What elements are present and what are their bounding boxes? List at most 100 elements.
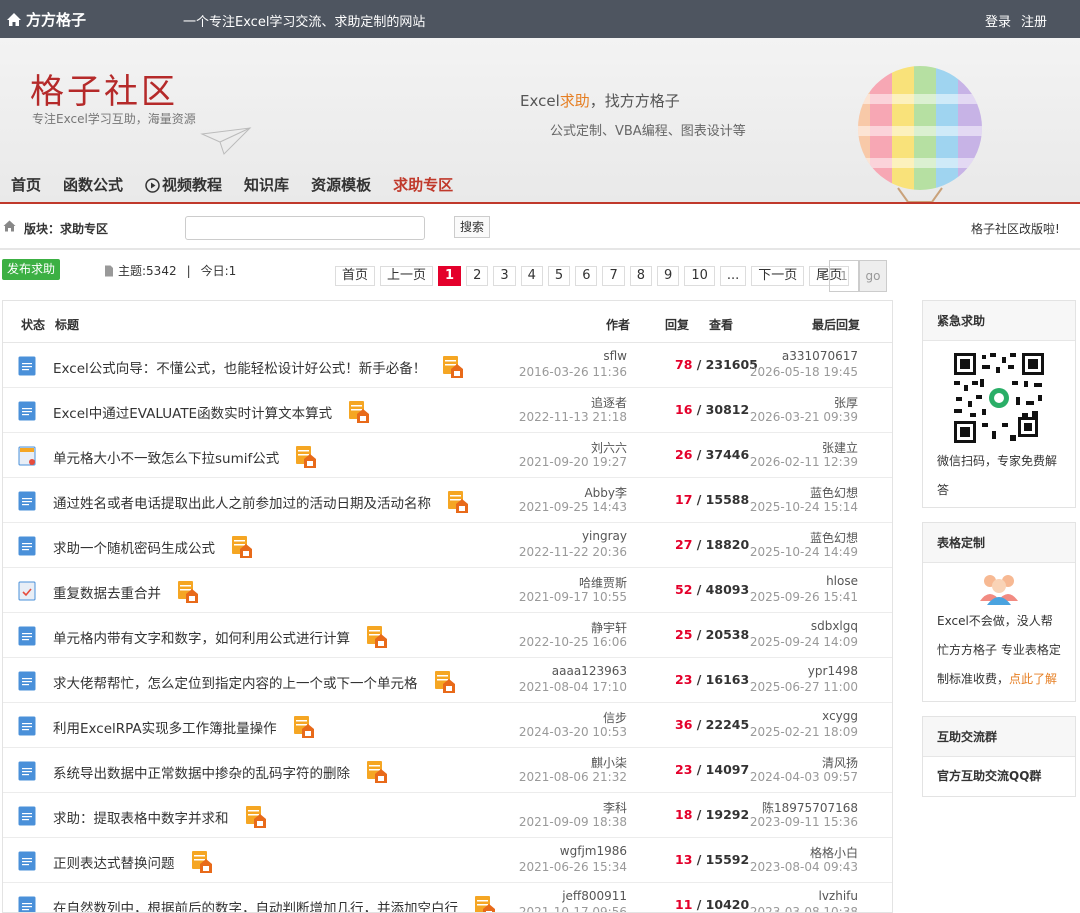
last-reply-user[interactable]: hlose	[826, 574, 858, 588]
nav-help[interactable]: 求助专区	[382, 174, 464, 196]
register-link[interactable]: 注册	[1021, 11, 1047, 30]
page-link[interactable]: 下一页	[751, 266, 805, 286]
login-link[interactable]: 登录	[985, 11, 1011, 30]
home-icon[interactable]	[3, 220, 16, 232]
thread-author[interactable]: 刘六六	[591, 439, 627, 456]
table-row[interactable]: 系统导出数据中正常数据中掺杂的乱码字符的删除 麒小柒 2021-08-06 21:3…	[3, 748, 892, 793]
thread-title-text[interactable]: 求大佬帮帮忙，怎么定位到指定内容的上一个或下一个单元格	[53, 676, 418, 692]
page-link[interactable]: 2	[466, 266, 489, 286]
table-row[interactable]: 求助一个随机密码生成公式 yingray 2022-11-22 20:36 27 / …	[3, 523, 892, 568]
thread-title-text[interactable]: 正则表达式替换问题	[53, 856, 175, 872]
thread-author[interactable]: wgfjm1986	[560, 844, 627, 858]
thread-title-text[interactable]: 系统导出数据中正常数据中掺杂的乱码字符的删除	[53, 766, 350, 782]
thread-author[interactable]: 麒小柒	[591, 754, 627, 771]
thread-author[interactable]: 信步	[603, 709, 627, 726]
site-logo[interactable]: 方方格子	[6, 9, 86, 30]
nav-formulas[interactable]: 函数公式	[52, 174, 134, 196]
last-reply-user[interactable]: a331070617	[782, 349, 858, 363]
thread-title-text[interactable]: 单元格大小不一致怎么下拉sumif公式	[53, 451, 279, 467]
thread-title[interactable]: 利用ExcelRPA实现多工作簿批量操作	[53, 716, 315, 741]
thread-author[interactable]: 哈维贾斯	[579, 574, 627, 591]
thread-title-text[interactable]: Excel中通过EVALUATE函数实时计算文本算式	[53, 406, 332, 422]
table-row[interactable]: 在自然数列中，根据前后的数字，自动判断增加几行，并添加空白行 jeff800911…	[3, 883, 892, 912]
table-row[interactable]: 重复数据去重合并 哈维贾斯 2021-09-17 10:55 52 / 48093 hl…	[3, 568, 892, 613]
last-reply-user[interactable]: 陈18975707168	[762, 799, 858, 816]
last-reply-user[interactable]: 格格小白	[810, 844, 858, 861]
table-row[interactable]: 利用ExcelRPA实现多工作簿批量操作 信步 2024-03-20 10:53 36…	[3, 703, 892, 748]
page-link[interactable]: 1	[438, 266, 462, 286]
thread-title-text[interactable]: 利用ExcelRPA实现多工作簿批量操作	[53, 721, 277, 737]
page-link[interactable]: ...	[719, 266, 747, 286]
page-link[interactable]: 3	[493, 266, 516, 286]
page-link[interactable]: 6	[575, 266, 598, 286]
thread-title[interactable]: 单元格内带有文字和数字，如何利用公式进行计算	[53, 626, 388, 651]
nav-templates[interactable]: 资源模板	[300, 174, 382, 196]
thread-title-text[interactable]: 求助：提取表格中数字并求和	[53, 811, 229, 827]
thread-title[interactable]: 求大佬帮帮忙，怎么定位到指定内容的上一个或下一个单元格	[53, 671, 456, 696]
thread-author[interactable]: 追逐者	[591, 394, 627, 411]
page-link[interactable]: 上一页	[380, 266, 434, 286]
page-link[interactable]: 4	[520, 266, 543, 286]
post-help-button[interactable]: 发布求助	[2, 259, 61, 280]
reply-count: 52	[675, 582, 693, 597]
nav-home[interactable]: 首页	[0, 174, 52, 196]
nav-knowledge[interactable]: 知识库	[233, 174, 300, 196]
last-reply-user[interactable]: xcygg	[822, 709, 858, 723]
last-reply-user[interactable]: 张厚	[834, 394, 858, 411]
last-reply-user[interactable]: 清风扬	[822, 754, 858, 771]
thread-title-text[interactable]: 在自然数列中，根据前后的数字，自动判断增加几行，并添加空白行	[53, 901, 458, 912]
page-link[interactable]: 首页	[335, 266, 376, 286]
table-row[interactable]: Excel中通过EVALUATE函数实时计算文本算式 追逐者 2022-11-13 …	[3, 388, 892, 433]
last-reply-user[interactable]: ypr1498	[808, 664, 858, 678]
thread-title[interactable]: 正则表达式替换问题	[53, 851, 213, 876]
table-row[interactable]: 求助：提取表格中数字并求和 李科 2021-09-09 18:38 18 / 1929…	[3, 793, 892, 838]
page-jump-input[interactable]: 1	[829, 260, 859, 292]
page-link[interactable]: 8	[629, 266, 653, 286]
thread-title-text[interactable]: 通过姓名或者电话提取出此人之前参加过的活动日期及活动名称	[53, 496, 431, 512]
thread-author[interactable]: aaaa123963	[552, 664, 627, 678]
search-button[interactable]: 搜索	[454, 216, 491, 238]
page-link[interactable]: 7	[602, 266, 625, 286]
last-reply-user[interactable]: sdbxlgq	[811, 619, 858, 633]
thread-author[interactable]: jeff800911	[562, 889, 627, 903]
table-row[interactable]: 正则表达式替换问题 wgfjm1986 2021-06-26 15:34 13 / 1…	[3, 838, 892, 883]
table-row[interactable]: 单元格大小不一致怎么下拉sumif公式 刘六六 2021-09-20 19:27 26…	[3, 433, 892, 478]
thread-title-text[interactable]: 重复数据去重合并	[53, 586, 161, 602]
thread-title[interactable]: 求助一个随机密码生成公式	[53, 536, 253, 561]
thread-title[interactable]: 通过姓名或者电话提取出此人之前参加过的活动日期及活动名称	[53, 491, 469, 516]
page-go-button[interactable]: go	[859, 260, 887, 292]
nav-video[interactable]: 视频教程	[134, 174, 233, 196]
last-reply-user[interactable]: lvzhifu	[818, 889, 858, 903]
thread-author[interactable]: sflw	[603, 349, 627, 363]
thread-title[interactable]: 系统导出数据中正常数据中掺杂的乱码字符的删除	[53, 761, 388, 786]
table-row[interactable]: 单元格内带有文字和数字，如何利用公式进行计算 静宇轩 2022-10-25 16:0…	[3, 613, 892, 658]
thread-title[interactable]: 求助：提取表格中数字并求和	[53, 806, 267, 831]
thread-title[interactable]: 在自然数列中，根据前后的数字，自动判断增加几行，并添加空白行	[53, 896, 496, 912]
thread-title[interactable]: Excel公式向导：不懂公式，也能轻松设计好公式！新手必备！	[53, 356, 464, 381]
table-row[interactable]: 求大佬帮帮忙，怎么定位到指定内容的上一个或下一个单元格 aaaa123963 202…	[3, 658, 892, 703]
last-reply-user[interactable]: 蓝色幻想	[810, 484, 858, 501]
thread-title-text[interactable]: 求助一个随机密码生成公式	[53, 541, 215, 557]
help-tag-icon	[475, 896, 495, 912]
page-link[interactable]: 10	[684, 266, 715, 286]
thread-author[interactable]: Abby李	[584, 484, 627, 501]
search-input[interactable]	[185, 216, 425, 240]
thread-author[interactable]: 静宇轩	[591, 619, 627, 636]
thread-title-text[interactable]: Excel公式向导：不懂公式，也能轻松设计好公式！新手必备！	[53, 361, 426, 377]
table-row[interactable]: Excel公式向导：不懂公式，也能轻松设计好公式！新手必备！ sflw 2016-0…	[3, 343, 892, 388]
thread-author[interactable]: 李科	[603, 799, 627, 816]
last-reply-user[interactable]: 蓝色幻想	[810, 529, 858, 546]
thread-date: 2016-03-26 11:36	[518, 365, 627, 379]
page-link[interactable]: 9	[657, 266, 680, 286]
learn-more-link[interactable]: 点此了解	[1009, 672, 1057, 686]
thread-title[interactable]: 重复数据去重合并	[53, 581, 199, 606]
table-row[interactable]: 通过姓名或者电话提取出此人之前参加过的活动日期及活动名称 Abby李 2021-09…	[3, 478, 892, 523]
thread-title-text[interactable]: 单元格内带有文字和数字，如何利用公式进行计算	[53, 631, 350, 647]
page-link[interactable]: 5	[547, 266, 571, 286]
site-notice-link[interactable]: 格子社区改版啦!	[971, 220, 1060, 237]
qq-group-link[interactable]: 官方互助交流QQ群	[923, 757, 1075, 795]
thread-title[interactable]: 单元格大小不一致怎么下拉sumif公式	[53, 446, 317, 471]
thread-title[interactable]: Excel中通过EVALUATE函数实时计算文本算式	[53, 401, 370, 426]
last-reply-user[interactable]: 张建立	[822, 439, 858, 456]
thread-author[interactable]: yingray	[582, 529, 627, 543]
